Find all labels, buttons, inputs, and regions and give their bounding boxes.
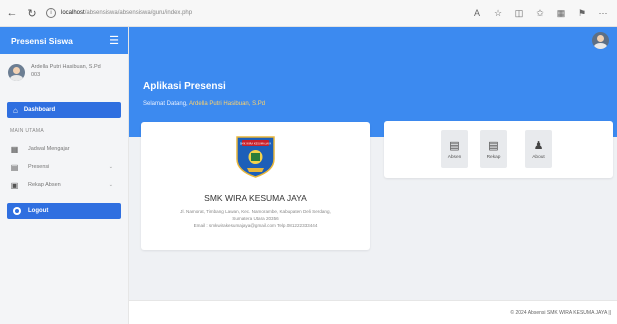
user-icon: ♟ [533,139,544,152]
address-line-1: Jl. Namorat, Timbang Lawan, Kec. Namoram… [180,209,331,214]
read-aloud-icon[interactable]: A [471,7,483,19]
sidebar-brand: Presensi Siswa ☰ [0,27,128,54]
logout-label: Logout [28,208,49,214]
main-content: Aplikasi Presensi Selamat Datang, Ardell… [129,54,617,324]
back-icon[interactable]: ← [4,5,20,21]
greeting-user: Ardella Putri Hasibuan, S.Pd [189,101,266,107]
list-icon: ▤ [488,139,499,152]
favorites-icon[interactable]: ✩ [534,7,546,19]
clipboard-icon: ▤ [449,139,460,152]
rekap-button[interactable]: ▤ Rekap [480,130,507,168]
reload-icon[interactable]: ↻ [24,5,40,21]
sidebar-item-label: Presensi [28,164,50,170]
calendar-icon: ▦ [10,144,19,154]
favorite-icon[interactable]: ☆ [492,7,504,19]
topbar [129,27,617,54]
chevron-down-icon: ⌄ [108,164,113,170]
user-info: Ardella Putri Hasibuan, S.Pd 003 [31,64,101,79]
action-label: About [532,154,545,160]
home-icon: ⌂ [13,105,18,115]
school-card: SMK WIRA KESUMA JAYA SMK WIRA KESUMA JAY… [141,122,370,250]
browser-tools: A ☆ ◫ ✩ ▦ ⚑ ⋯ [471,7,609,19]
sidebar-item-label: Rekap Absen [28,182,61,188]
browser-toolbar: ← ↻ i localhost /absensiswa/absensiswa/g… [0,0,617,27]
school-contact: Email : smkwirakesumajaya@gmail.com Telp… [193,223,318,229]
sidebar: Presensi Siswa ☰ Ardella Putri Hasibuan,… [0,27,129,324]
action-label: Absen [447,154,462,160]
user-name: Ardella Putri Hasibuan, S.Pd [31,64,101,70]
avatar [8,64,25,81]
logout-button[interactable]: Logout [7,203,121,219]
url-path: /absensiswa/absensiswa/guru/index.php [84,10,193,16]
sidebar-item-label: Jadwal Mengajar [28,146,70,152]
info-icon[interactable]: i [46,8,56,18]
action-label: Rekap [486,154,501,160]
extensions-icon[interactable]: ⚑ [576,7,588,19]
school-name: SMK WIRA KESUMA JAYA [204,193,307,203]
hamburger-menu-icon[interactable]: ☰ [109,34,119,47]
brand-title[interactable]: Presensi Siswa [11,36,73,46]
power-icon [13,207,21,215]
sidebar-menu: ⌂ Dashboard MAIN UTAMA ▦ Jadwal Mengajar… [0,102,128,219]
clipboard-icon: ▤ [10,162,19,172]
absen-button[interactable]: ▤ Absen [441,130,468,168]
sidebar-item-dashboard[interactable]: ⌂ Dashboard [7,102,121,118]
address-bar[interactable]: i localhost /absensiswa/absensiswa/guru/… [46,4,471,22]
greeting: Selamat Datang, [143,101,188,107]
address-line-2: Sumatera Utara 20356 [232,216,279,222]
school-address: Jl. Namorat, Timbang Lawan, Kec. Namoram… [153,208,358,229]
sidebar-item-label: Dashboard [23,107,56,113]
welcome-text: Selamat Datang, Ardella Putri Hasibuan, … [143,101,265,107]
sidebar-item-rekap-absen[interactable]: ▣ Rekap Absen ⌄ [7,176,121,194]
quick-actions-card: ▤ Absen ▤ Rekap ♟ About [384,121,613,178]
user-id: 003 [31,71,41,78]
footer-text: © 2024 Absensi SMK WIRA KESUMA JAYA || [510,310,611,316]
page-title: Aplikasi Presensi [143,81,226,92]
about-button[interactable]: ♟ About [525,130,552,168]
table-icon: ▣ [10,180,19,190]
menu-section-title: MAIN UTAMA [10,128,45,134]
footer: © 2024 Absensi SMK WIRA KESUMA JAYA || [129,300,617,324]
url-host: localhost [61,10,85,16]
chevron-down-icon: ⌄ [108,182,113,188]
split-icon[interactable]: ◫ [513,7,525,19]
user-menu-avatar[interactable] [592,32,609,49]
sidebar-item-presensi[interactable]: ▤ Presensi ⌄ [7,158,121,176]
sidebar-user: Ardella Putri Hasibuan, S.Pd 003 [0,54,128,102]
collections-icon[interactable]: ▦ [555,7,567,19]
more-icon[interactable]: ⋯ [597,7,609,19]
sidebar-item-jadwal-mengajar[interactable]: ▦ Jadwal Mengajar [7,140,121,158]
svg-text:SMK WIRA KESUMA JAYA: SMK WIRA KESUMA JAYA [240,142,271,146]
school-logo: SMK WIRA KESUMA JAYA [236,136,275,178]
